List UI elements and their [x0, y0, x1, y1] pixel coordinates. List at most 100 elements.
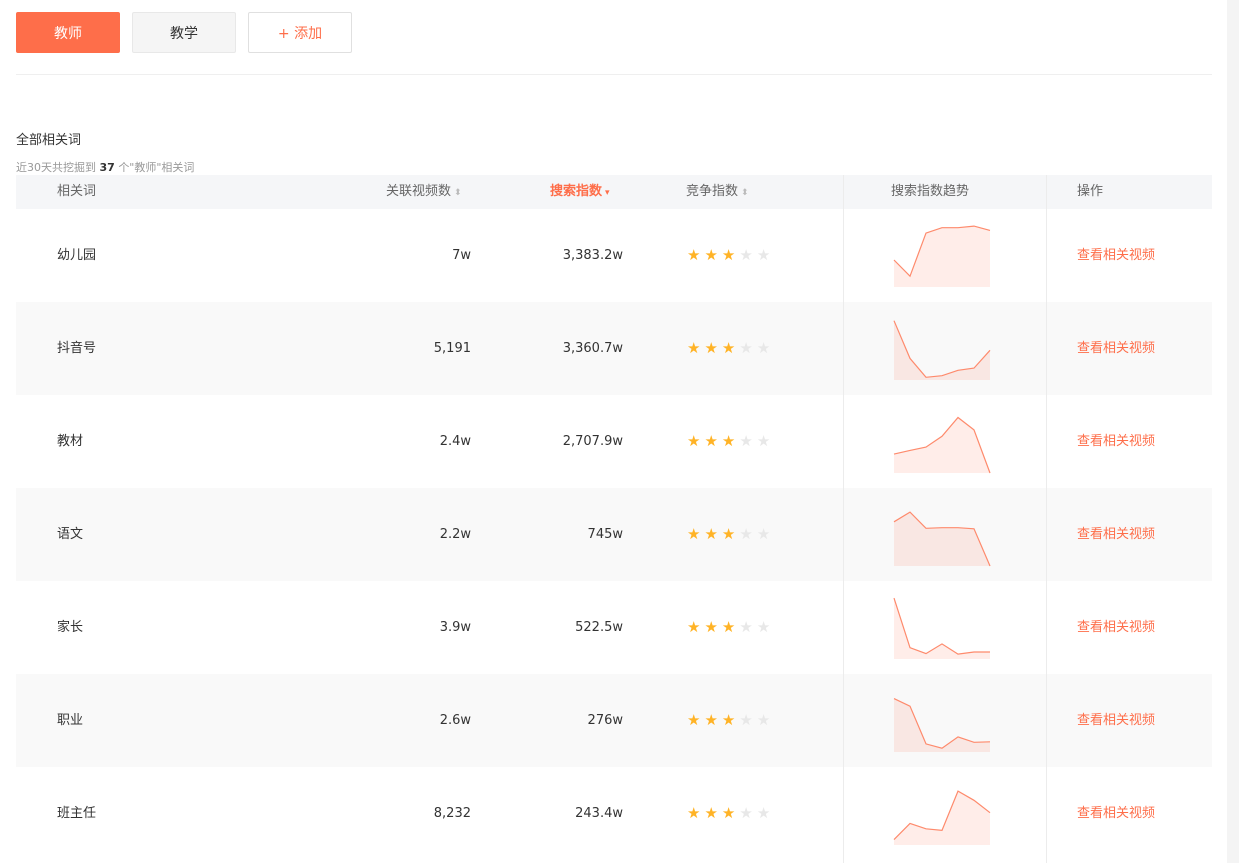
search-trend-chart: [843, 209, 1046, 302]
star-icon: ★: [687, 432, 705, 450]
table-row: 家长 3.9w 522.5w ★★★★★ 查看相关视频: [16, 581, 1212, 674]
tab-jiaoshi[interactable]: 教师: [16, 12, 120, 53]
trend-area: [894, 320, 990, 380]
sort-icon: ⬍: [741, 188, 749, 198]
competition-stars: ★★★★★: [687, 209, 774, 302]
trend-area: [894, 512, 990, 566]
search-trend-chart: [843, 767, 1046, 860]
star-icon: ★: [704, 246, 722, 264]
video-count: 8,232: [433, 806, 471, 821]
view-related-videos-link[interactable]: 查看相关视频: [1077, 581, 1155, 674]
star-icon: ★: [756, 711, 775, 729]
column-search[interactable]: 搜索指数 ▾: [550, 175, 610, 209]
star-icon: ★: [721, 804, 740, 822]
related-words-table: 相关词 关联视频数 ⬍ 搜索指数 ▾ 竞争指数 ⬍ 搜索指数趋势 操作 幼儿园 7w 3,…: [16, 175, 1212, 860]
related-word: 职业: [57, 713, 84, 728]
table-row: 抖音号 5,191 3,360.7w ★★★★★ 查看相关视频: [16, 302, 1212, 395]
trend-area: [894, 226, 990, 287]
competition-stars: ★★★★★: [687, 674, 774, 767]
search-index: 2,707.9w: [562, 434, 623, 449]
video-count: 3.9w: [439, 620, 471, 635]
search-index: 522.5w: [575, 620, 623, 635]
star-icon: ★: [721, 525, 740, 543]
view-related-videos-link[interactable]: 查看相关视频: [1077, 488, 1155, 581]
section-subtitle: 近30天共挖掘到 37 个"教师"相关词: [16, 159, 194, 175]
star-icon: ★: [739, 804, 757, 822]
star-icon: ★: [721, 618, 740, 636]
search-trend-chart: [843, 581, 1046, 674]
column-word: 相关词: [57, 184, 97, 199]
star-icon: ★: [739, 711, 757, 729]
table-row: 职业 2.6w 276w ★★★★★ 查看相关视频: [16, 674, 1212, 767]
star-icon: ★: [756, 339, 775, 357]
sort-desc-icon: ▾: [605, 188, 610, 198]
star-icon: ★: [704, 804, 722, 822]
video-count: 7w: [452, 248, 471, 263]
related-word: 幼儿园: [57, 248, 97, 263]
star-icon: ★: [721, 432, 740, 450]
trend-area: [894, 791, 990, 845]
star-icon: ★: [756, 246, 775, 264]
search-index: 276w: [587, 713, 623, 728]
column-videos[interactable]: 关联视频数 ⬍: [386, 175, 462, 209]
star-icon: ★: [739, 339, 757, 357]
trend-sparkline: [893, 790, 991, 845]
video-count: 2.4w: [439, 434, 471, 449]
star-icon: ★: [687, 246, 705, 264]
related-word: 抖音号: [57, 341, 97, 356]
table-row: 班主任 8,232 243.4w ★★★★★ 查看相关视频: [16, 767, 1212, 860]
star-icon: ★: [739, 246, 757, 264]
star-icon: ★: [687, 525, 705, 543]
competition-stars: ★★★★★: [687, 581, 774, 674]
star-icon: ★: [704, 339, 722, 357]
competition-stars: ★★★★★: [687, 488, 774, 581]
search-index: 745w: [587, 527, 623, 542]
tab-jiaoxue[interactable]: 教学: [132, 12, 236, 53]
scrollbar-track[interactable]: [1227, 0, 1239, 863]
star-icon: ★: [756, 618, 775, 636]
table-body: 幼儿园 7w 3,383.2w ★★★★★ 查看相关视频 抖音号 5,191 3,360.7w…: [16, 209, 1212, 860]
star-icon: ★: [704, 711, 722, 729]
column-divider: [1046, 175, 1047, 863]
star-icon: ★: [721, 246, 740, 264]
star-icon: ★: [687, 804, 705, 822]
column-search-label: 搜索指数: [550, 184, 603, 199]
column-trend: 搜索指数趋势: [891, 184, 970, 199]
video-count: 2.6w: [439, 713, 471, 728]
view-related-videos-link[interactable]: 查看相关视频: [1077, 674, 1155, 767]
video-count: 5,191: [433, 341, 471, 356]
star-icon: ★: [739, 432, 757, 450]
star-icon: ★: [704, 525, 722, 543]
trend-area: [894, 417, 990, 473]
star-icon: ★: [739, 525, 757, 543]
star-icon: ★: [721, 339, 740, 357]
related-word-count: 37: [99, 161, 115, 174]
trend-sparkline: [893, 225, 991, 287]
video-count: 2.2w: [439, 527, 471, 542]
table-row: 教材 2.4w 2,707.9w ★★★★★ 查看相关视频: [16, 395, 1212, 488]
star-icon: ★: [756, 525, 775, 543]
search-trend-chart: [843, 488, 1046, 581]
view-related-videos-link[interactable]: 查看相关视频: [1077, 302, 1155, 395]
star-icon: ★: [721, 711, 740, 729]
star-icon: ★: [687, 339, 705, 357]
column-competition-label: 竞争指数: [686, 184, 739, 199]
view-related-videos-link[interactable]: 查看相关视频: [1077, 209, 1155, 302]
trend-sparkline: [893, 511, 991, 567]
view-related-videos-link[interactable]: 查看相关视频: [1077, 767, 1155, 860]
add-keyword-button[interactable]: + 添加: [248, 12, 352, 53]
column-competition[interactable]: 竞争指数 ⬍: [686, 175, 749, 209]
competition-stars: ★★★★★: [687, 395, 774, 488]
star-icon: ★: [687, 711, 705, 729]
search-trend-chart: [843, 674, 1046, 767]
star-icon: ★: [756, 804, 775, 822]
search-trend-chart: [843, 395, 1046, 488]
trend-sparkline: [893, 416, 991, 474]
star-icon: ★: [704, 432, 722, 450]
view-related-videos-link[interactable]: 查看相关视频: [1077, 395, 1155, 488]
column-action: 操作: [1077, 184, 1104, 199]
column-videos-label: 关联视频数: [386, 184, 452, 199]
related-word: 教材: [57, 434, 84, 449]
trend-sparkline: [893, 597, 990, 659]
trend-area: [894, 698, 990, 752]
